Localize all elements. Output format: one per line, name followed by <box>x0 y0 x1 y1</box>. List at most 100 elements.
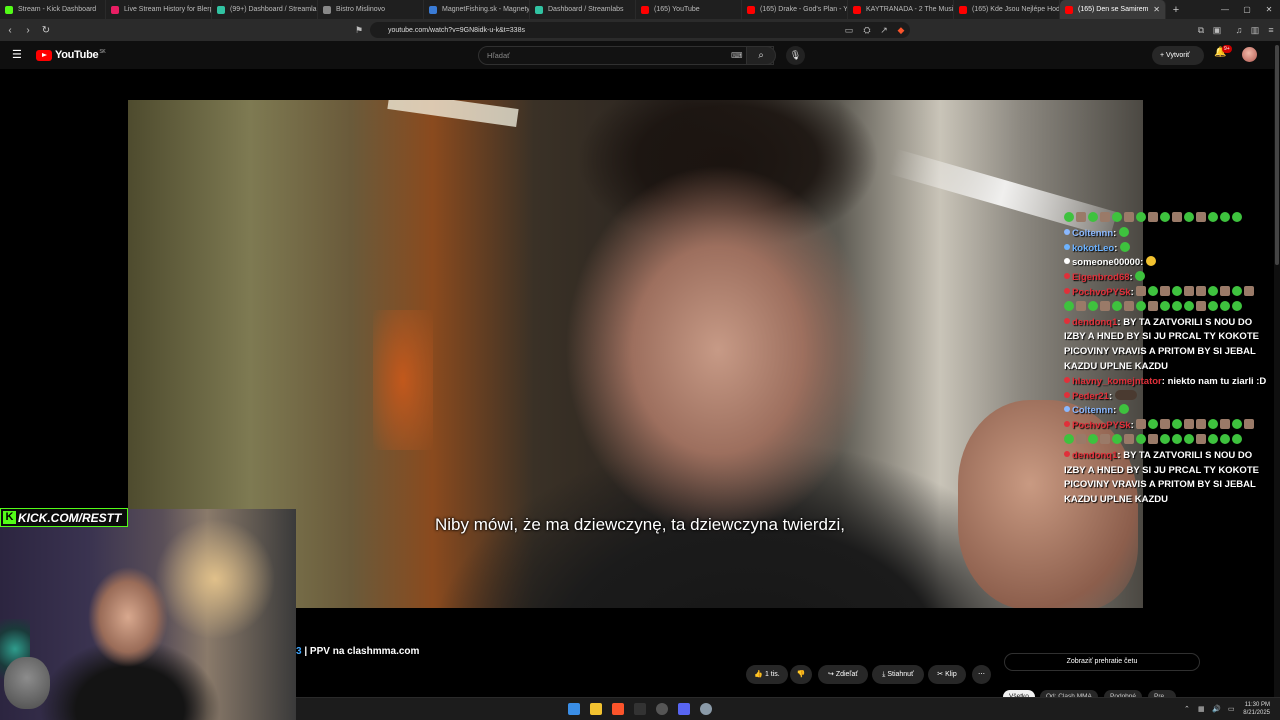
chat-emote-icon <box>1196 212 1206 222</box>
browser-tab[interactable]: (165) Kde Jsou Nejlépe Hodnoc <box>954 0 1060 19</box>
brave-shield-icon[interactable]: ◆ <box>894 23 908 37</box>
keyboard-icon[interactable]: ⌨ <box>731 47 743 64</box>
chat-username[interactable]: PochvoPYSk <box>1072 287 1131 298</box>
scrollbar-thumb[interactable] <box>1275 45 1279 265</box>
wallet-icon[interactable]: ▣ <box>1210 23 1224 37</box>
browser-tab[interactable]: Dashboard / Streamlabs <box>530 0 636 19</box>
browser-tab[interactable]: (99+) Dashboard / Streamlabs <box>212 0 318 19</box>
chat-username[interactable]: dendonq1 <box>1072 317 1117 328</box>
more-actions-button[interactable]: ⋯ <box>972 665 991 684</box>
chat-username[interactable]: hlavny_komejntator <box>1072 376 1162 387</box>
tab-label: Live Stream History for Blerp S <box>124 6 212 13</box>
chat-emote-icon <box>1148 433 1158 444</box>
brave-browser-icon[interactable] <box>612 703 624 715</box>
chat-username[interactable]: Coltennn <box>1072 228 1113 239</box>
maximize-icon[interactable]: ▢ <box>1236 5 1258 14</box>
chat-username[interactable]: Eigenbrod68 <box>1072 272 1130 283</box>
chat-emote-icon <box>1148 419 1159 430</box>
chat-emote-icon <box>1208 419 1219 430</box>
browser-tab[interactable]: Bistro Mislinovo <box>318 0 424 19</box>
chat-username[interactable]: PochvoPYSk <box>1072 420 1131 431</box>
extensions-icon[interactable]: ⧉ <box>1194 23 1208 37</box>
chat-emote-icon <box>1076 433 1086 444</box>
show-chat-replay-button[interactable]: Zobraziť prehratie četu <box>1004 653 1200 671</box>
tab-label: Bistro Mislinovo <box>336 6 386 13</box>
browser-tab[interactable]: (165) YouTube <box>636 0 742 19</box>
cast-icon[interactable]: ▭ <box>842 23 856 37</box>
translate-icon[interactable]: ⛭ <box>860 23 874 37</box>
chat-emote-icon <box>1100 433 1110 444</box>
close-window-icon[interactable]: ✕ <box>1258 5 1280 14</box>
search-input[interactable]: Hľadať ⌨ <box>478 46 774 65</box>
url-text: youtube.com/watch?v=9GN8idk-u-k&t=338s <box>388 26 525 34</box>
chat-emote-icon <box>1184 300 1194 311</box>
chat-badge-icon <box>1064 450 1070 457</box>
battery-icon[interactable]: ▭ <box>1228 705 1235 713</box>
voice-search-button[interactable]: 🎙 <box>786 46 805 65</box>
menu-icon[interactable]: ≡ <box>1264 23 1278 37</box>
chat-emote-icon <box>1118 226 1129 237</box>
tab-close-icon[interactable]: ✕ <box>1153 5 1160 14</box>
chat-emote-icon <box>1112 212 1122 222</box>
terminal-icon[interactable] <box>634 703 646 715</box>
chat-message: Eigenbrod68: <box>1064 271 1276 286</box>
video-title-text: | PPV na clashmma.com <box>301 646 420 657</box>
chat-username[interactable]: Peder21 <box>1072 391 1109 402</box>
chat-username[interactable]: dendonq1 <box>1072 450 1117 461</box>
forward-icon[interactable]: › <box>20 25 36 36</box>
tray-chevron-icon[interactable]: ⌃ <box>1184 705 1190 713</box>
youtube-logo[interactable]: YouTube SK <box>36 49 106 61</box>
dislike-button[interactable]: 👎 <box>790 665 812 684</box>
sidebar-icon[interactable]: ▥ <box>1248 23 1262 37</box>
discord-icon[interactable] <box>678 703 690 715</box>
minimize-icon[interactable]: — <box>1214 5 1236 14</box>
chat-username[interactable]: kokotLeo <box>1072 243 1114 254</box>
volume-icon[interactable]: 🔊 <box>1212 705 1221 713</box>
chat-emote-icon <box>1064 300 1074 311</box>
chat-separator: : <box>1113 227 1119 239</box>
obs-icon[interactable] <box>656 703 668 715</box>
chat-emote-icon <box>1172 212 1182 222</box>
avatar[interactable] <box>1242 47 1257 62</box>
search-button[interactable]: ⌕ <box>746 46 776 65</box>
chat-emote-icon <box>1100 212 1110 222</box>
kick-channel-tag: K KICK.COM/RESTT <box>0 508 128 527</box>
browser-tab[interactable]: MagnetFishing.sk - Magnety a <box>424 0 530 19</box>
share-button[interactable]: ↪ Zdieľať <box>818 665 868 684</box>
chat-emote-icon <box>1114 389 1137 400</box>
network-icon[interactable]: ▦ <box>1198 705 1205 713</box>
browser-tab[interactable]: Live Stream History for Blerp S <box>106 0 212 19</box>
new-tab-button[interactable]: + <box>1166 4 1186 16</box>
chat-emote-icon <box>1145 256 1156 267</box>
create-label: Vytvoriť <box>1166 52 1190 59</box>
bookmark-icon[interactable]: ⚑ <box>352 23 366 37</box>
tab-favicon-icon <box>323 5 331 14</box>
back-icon[interactable]: ‹ <box>2 25 18 36</box>
hamburger-menu-icon[interactable]: ☰ <box>12 48 22 61</box>
chat-emote-icon <box>1172 300 1182 311</box>
reload-icon[interactable]: ↻ <box>38 25 54 36</box>
chat-emote-icon <box>1112 300 1122 311</box>
chat-badge-icon <box>1064 317 1070 324</box>
file-explorer-icon[interactable] <box>590 703 602 715</box>
address-bar[interactable]: youtube.com/watch?v=9GN8idk-u-k&t=338s <box>370 22 910 38</box>
browser-tab[interactable]: KAYTRANADA - 2 The Music ( <box>848 0 954 19</box>
share-icon[interactable]: ↗ <box>877 23 891 37</box>
download-button[interactable]: ⤓ Stiahnuť <box>872 665 924 684</box>
chat-message: hlavny_komejntator: niekto nam tu ziarli… <box>1064 375 1276 390</box>
browser-tab[interactable]: (165) Den se Samirem ✕ <box>1060 0 1166 19</box>
chat-emote-icon <box>1136 212 1146 222</box>
chat-emote-icon <box>1148 300 1158 311</box>
like-button[interactable]: 👍 1 tis. <box>746 665 788 684</box>
browser-tab[interactable]: (165) Drake - God's Plan - You <box>742 0 848 19</box>
media-icon[interactable]: ♫ <box>1232 23 1246 37</box>
system-clock[interactable]: 11:30 PM 8/21/2025 <box>1243 701 1270 717</box>
clip-button[interactable]: ✂ Klip <box>928 665 966 684</box>
chat-username[interactable]: someone00000 <box>1072 257 1140 268</box>
settings-gear-icon[interactable] <box>700 703 712 715</box>
create-button[interactable]: + Vytvoriť <box>1152 46 1204 65</box>
chat-username[interactable]: Coltennn <box>1072 405 1113 416</box>
chat-emote-icon <box>1244 419 1255 430</box>
start-windows-icon[interactable] <box>568 703 580 715</box>
browser-tab[interactable]: Stream - Kick Dashboard <box>0 0 106 19</box>
